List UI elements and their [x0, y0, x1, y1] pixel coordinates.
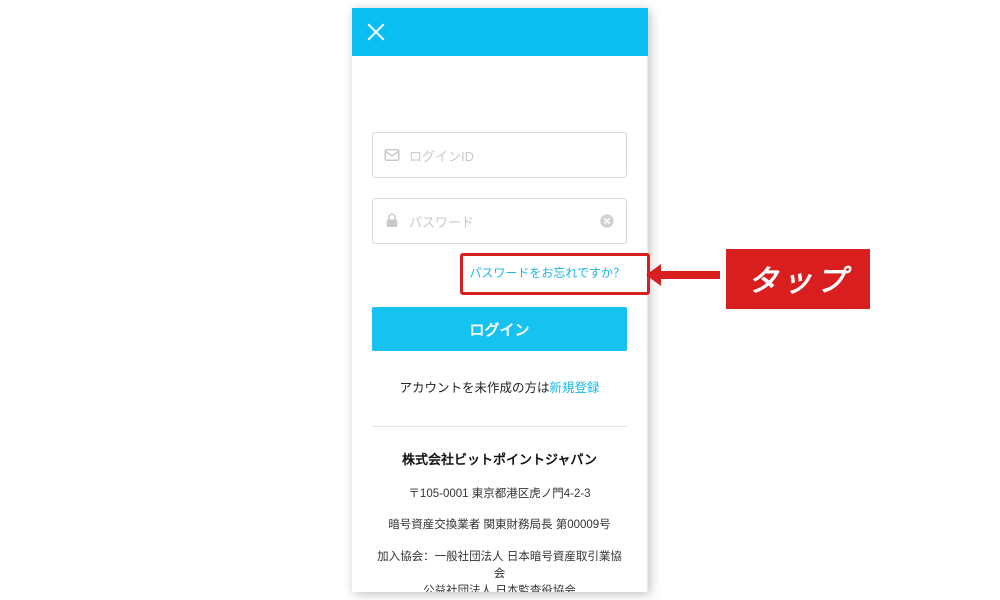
forgot-password-link[interactable]: パスワードをお忘れですか？	[467, 260, 627, 285]
forgot-password-row: パスワードをお忘れですか？	[372, 260, 627, 285]
password-placeholder: パスワード	[409, 212, 598, 231]
company-name: 株式会社ビットポイントジャパン	[372, 449, 627, 468]
login-id-placeholder: ログインID	[409, 146, 616, 165]
login-id-input[interactable]: ログインID	[372, 132, 627, 178]
register-link[interactable]: 新規登録	[550, 381, 600, 395]
lock-icon	[383, 212, 401, 230]
assoc-1: 一般社団法人 日本暗号資産取引業協会	[435, 551, 622, 580]
annotation-tap-label: タップ	[726, 249, 870, 309]
clear-input-icon[interactable]	[598, 212, 616, 230]
annotation-arrow-icon	[660, 271, 720, 279]
assoc-2: 公益社団法人 日本監査役協会	[423, 585, 576, 592]
company-license: 暗号資産交換業者 関東財務局長 第00009号	[372, 517, 627, 534]
company-associations: 加入協会：一般社団法人 日本暗号資産取引業協会 公益社団法人 日本監査役協会	[372, 549, 627, 593]
login-content: ログインID パスワード パスワードをお忘れですか？ ログイン アカウン	[352, 56, 648, 592]
phone-frame: ログインID パスワード パスワードをお忘れですか？ ログイン アカウン	[352, 8, 648, 592]
password-input[interactable]: パスワード	[372, 198, 627, 244]
mail-icon	[383, 146, 401, 164]
assoc-label: 加入協会：	[377, 551, 435, 563]
register-prefix: アカウントを未作成の方は	[399, 381, 549, 395]
login-button[interactable]: ログイン	[372, 307, 627, 351]
header-bar	[352, 8, 648, 56]
company-address: 〒105-0001 東京都港区虎ノ門4-2-3	[372, 486, 627, 503]
register-line: アカウントを未作成の方は新規登録	[372, 377, 627, 396]
close-icon[interactable]	[366, 22, 386, 42]
divider	[372, 426, 627, 427]
